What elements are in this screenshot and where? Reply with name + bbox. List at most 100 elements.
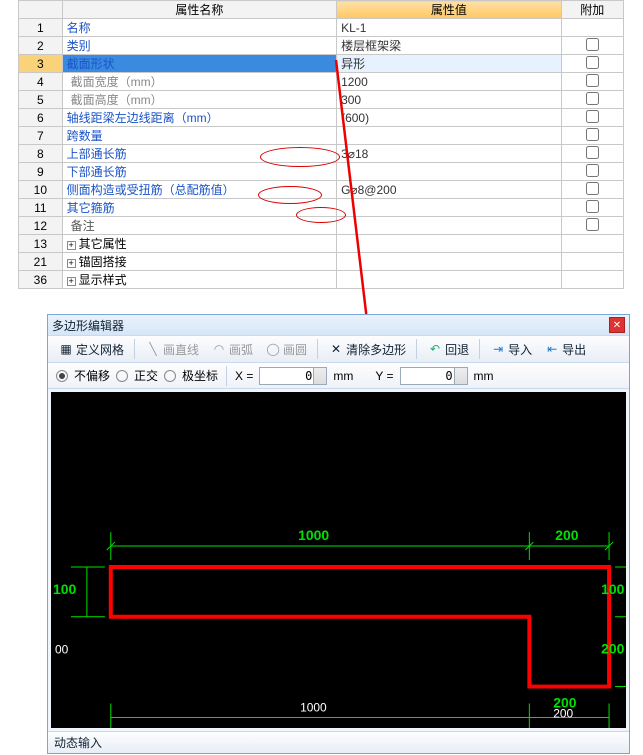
- import-icon: ⇥: [490, 341, 506, 357]
- property-name[interactable]: 截面宽度（mm）: [62, 73, 336, 91]
- property-row[interactable]: 7跨数量: [19, 127, 624, 145]
- property-value[interactable]: [337, 217, 562, 235]
- draw-arc-button[interactable]: ◠画弧: [207, 341, 257, 358]
- x-input[interactable]: 0▴▾: [259, 367, 327, 385]
- extra-checkbox[interactable]: [586, 110, 599, 123]
- property-name[interactable]: 轴线距梁左边线距离（mm）: [62, 109, 336, 127]
- dim-bot-200w: 200: [553, 706, 573, 720]
- property-value[interactable]: 楼层框架梁: [337, 37, 562, 55]
- row-number: 5: [19, 91, 63, 109]
- property-row[interactable]: 13+其它属性: [19, 235, 624, 253]
- property-value[interactable]: [337, 163, 562, 181]
- canvas[interactable]: 1000 200 100 100 200 00 1000 200 200: [51, 392, 626, 728]
- extra-checkbox[interactable]: [586, 128, 599, 141]
- extra-cell: [561, 109, 623, 127]
- extra-cell: [561, 271, 623, 289]
- property-value[interactable]: [337, 235, 562, 253]
- extra-checkbox[interactable]: [586, 182, 599, 195]
- property-row[interactable]: 2类别楼层框架梁: [19, 37, 624, 55]
- property-row[interactable]: 5截面高度（mm）300: [19, 91, 624, 109]
- property-name[interactable]: 跨数量: [62, 127, 336, 145]
- extra-cell: [561, 253, 623, 271]
- define-grid-button[interactable]: ▦定义网格: [54, 341, 128, 358]
- property-value[interactable]: [337, 127, 562, 145]
- offset-ortho-radio[interactable]: [116, 370, 128, 382]
- property-row[interactable]: 4截面宽度（mm）1200: [19, 73, 624, 91]
- undo-button[interactable]: ↶回退: [423, 341, 473, 358]
- property-value[interactable]: G⌀8@200: [337, 181, 562, 199]
- property-name[interactable]: 备注: [62, 217, 336, 235]
- extra-checkbox[interactable]: [586, 38, 599, 51]
- y-input[interactable]: 0▴▾: [400, 367, 468, 385]
- extra-checkbox[interactable]: [586, 92, 599, 105]
- property-name[interactable]: 截面形状: [62, 55, 336, 73]
- dim-bot-1000: 1000: [300, 700, 327, 714]
- property-row[interactable]: 3截面形状异形: [19, 55, 624, 73]
- property-name[interactable]: 截面高度（mm）: [62, 91, 336, 109]
- editor-toolbar: ▦定义网格 ╲画直线 ◠画弧 ◯画圆 ✕清除多边形 ↶回退 ⇥导入 ⇤导出: [48, 335, 629, 363]
- property-name[interactable]: 其它箍筋: [62, 199, 336, 217]
- property-name[interactable]: +其它属性: [62, 235, 336, 253]
- draw-line-button[interactable]: ╲画直线: [141, 341, 203, 358]
- status-text: 动态输入: [54, 734, 102, 751]
- import-button[interactable]: ⇥导入: [486, 341, 536, 358]
- property-name[interactable]: +锚固搭接: [62, 253, 336, 271]
- property-name[interactable]: +显示样式: [62, 271, 336, 289]
- offset-none-label: 不偏移: [74, 367, 110, 384]
- property-name[interactable]: 类别: [62, 37, 336, 55]
- extra-checkbox[interactable]: [586, 74, 599, 87]
- property-value[interactable]: KL-1: [337, 19, 562, 37]
- property-value[interactable]: [337, 199, 562, 217]
- close-button[interactable]: ✕: [609, 317, 625, 333]
- extra-checkbox[interactable]: [586, 218, 599, 231]
- property-name[interactable]: 上部通长筋: [62, 145, 336, 163]
- clear-polygon-button[interactable]: ✕清除多边形: [324, 341, 410, 358]
- dim-right-200: 200: [601, 641, 625, 657]
- draw-circle-button[interactable]: ◯画圆: [261, 341, 311, 358]
- y-unit: mm: [474, 369, 494, 383]
- row-number: 1: [19, 19, 63, 37]
- row-number: 4: [19, 73, 63, 91]
- property-value[interactable]: 1200: [337, 73, 562, 91]
- property-value[interactable]: 异形: [337, 55, 562, 73]
- property-value[interactable]: 300: [337, 91, 562, 109]
- extra-checkbox[interactable]: [586, 200, 599, 213]
- row-number: 3: [19, 55, 63, 73]
- offset-none-radio[interactable]: [56, 370, 68, 382]
- row-number: 6: [19, 109, 63, 127]
- col-extra[interactable]: 附加: [561, 1, 623, 19]
- x-label: X =: [235, 369, 253, 383]
- offset-polar-radio[interactable]: [164, 370, 176, 382]
- row-header-blank: [19, 1, 63, 19]
- property-name[interactable]: 下部通长筋: [62, 163, 336, 181]
- col-value[interactable]: 属性值: [337, 1, 562, 19]
- y-label: Y =: [375, 369, 393, 383]
- extra-checkbox[interactable]: [586, 164, 599, 177]
- dim-right-100: 100: [601, 581, 625, 597]
- property-value[interactable]: (600): [337, 109, 562, 127]
- export-button[interactable]: ⇤导出: [540, 341, 590, 358]
- delete-icon: ✕: [328, 341, 344, 357]
- line-icon: ╲: [145, 341, 161, 357]
- property-row[interactable]: 1名称KL-1: [19, 19, 624, 37]
- property-row[interactable]: 36+显示样式: [19, 271, 624, 289]
- property-value[interactable]: [337, 271, 562, 289]
- extra-checkbox[interactable]: [586, 56, 599, 69]
- property-row[interactable]: 11其它箍筋: [19, 199, 624, 217]
- panel-title: 多边形编辑器: [52, 317, 605, 334]
- property-name[interactable]: 侧面构造或受扭筋（总配筋值）: [62, 181, 336, 199]
- property-row[interactable]: 8上部通长筋3⌀18: [19, 145, 624, 163]
- property-row[interactable]: 21+锚固搭接: [19, 253, 624, 271]
- col-name[interactable]: 属性名称: [62, 1, 336, 19]
- extra-checkbox[interactable]: [586, 146, 599, 159]
- row-number: 9: [19, 163, 63, 181]
- property-row[interactable]: 12备注: [19, 217, 624, 235]
- circle-icon: ◯: [265, 341, 281, 357]
- property-row[interactable]: 6轴线距梁左边线距离（mm）(600): [19, 109, 624, 127]
- property-row[interactable]: 9下部通长筋: [19, 163, 624, 181]
- property-value[interactable]: [337, 253, 562, 271]
- property-value[interactable]: 3⌀18: [337, 145, 562, 163]
- x-unit: mm: [333, 369, 353, 383]
- property-name[interactable]: 名称: [62, 19, 336, 37]
- property-row[interactable]: 10侧面构造或受扭筋（总配筋值）G⌀8@200: [19, 181, 624, 199]
